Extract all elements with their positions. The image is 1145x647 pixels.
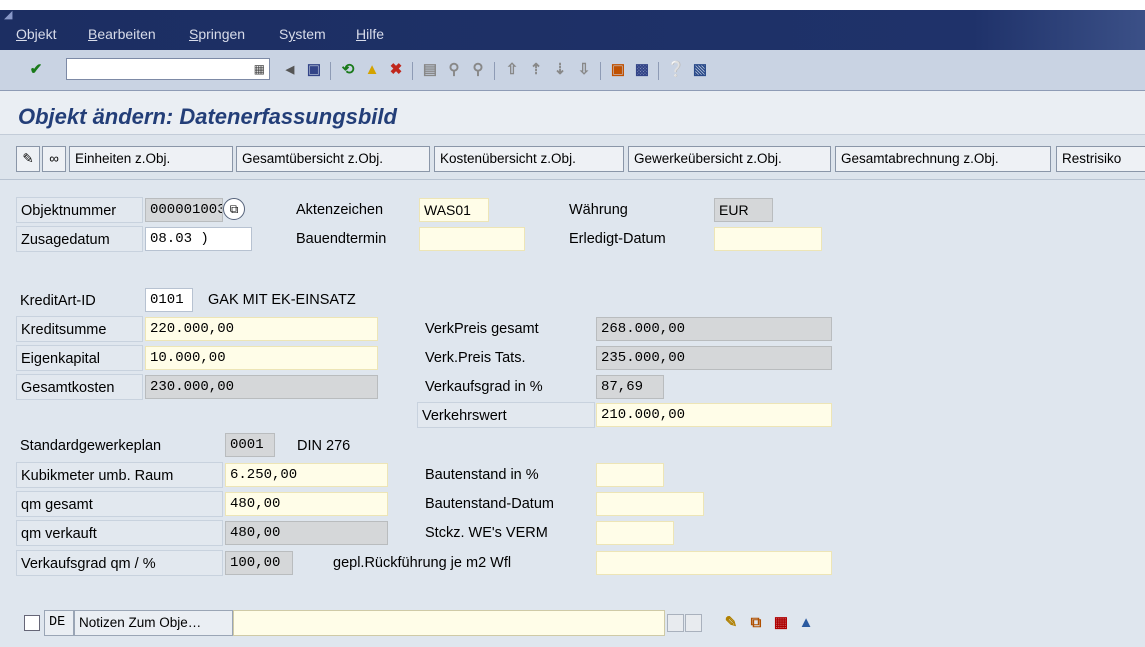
bautenstand-field[interactable]: [596, 463, 664, 487]
verkpreis-tats-field[interactable]: 235.000,00: [596, 346, 832, 370]
kreditart-field[interactable]: 0101: [145, 288, 193, 312]
qm-verkauft-label: qm verkauft: [16, 520, 223, 546]
gesamtabrechnung-button[interactable]: Gesamtabrechnung z.Obj.: [835, 146, 1051, 172]
waehrung-field[interactable]: EUR: [714, 198, 773, 222]
gesamtuebersicht-button[interactable]: Gesamtübersicht z.Obj.: [236, 146, 430, 172]
copy-text-icon[interactable]: ⧉: [745, 612, 767, 634]
menu-bearbeiten[interactable]: Bearbeiten: [88, 26, 156, 42]
qm-gesamt-field[interactable]: 480,00: [225, 492, 388, 516]
gesamtkosten-field[interactable]: 230.000,00: [145, 375, 378, 399]
stckz-field[interactable]: [596, 521, 674, 545]
object-link-icon[interactable]: ⧉: [223, 198, 245, 220]
bautenstand-label: Bautenstand in %: [425, 462, 595, 488]
new-session-icon[interactable]: ▣: [608, 60, 628, 80]
display-change-button[interactable]: ✎: [16, 146, 40, 172]
rueckfuehrung-label: gepl.Rückführung je m2 Wfl: [333, 550, 595, 576]
collapse-icon[interactable]: ◀: [280, 60, 300, 80]
erledigt-datum-field[interactable]: [714, 227, 822, 251]
standardgewerkeplan-label: Standardgewerkeplan: [20, 433, 220, 459]
aktenzeichen-field[interactable]: WAS01: [419, 198, 489, 222]
display-change-icon: ✎: [22, 151, 34, 166]
command-history-icon[interactable]: ▦: [254, 62, 265, 76]
bautenstand-datum-label: Bautenstand-Datum: [425, 491, 595, 517]
menu-springen[interactable]: Springen: [189, 26, 245, 42]
kreditart-text: GAK MIT EK-EINSATZ: [208, 292, 356, 308]
waehrung-label: Währung: [569, 197, 689, 223]
save-icon[interactable]: ▣: [304, 60, 324, 80]
rueckfuehrung-field[interactable]: [596, 551, 832, 575]
stckz-label: Stckz. WE's VERM: [425, 520, 595, 546]
language-field[interactable]: DE: [44, 610, 74, 636]
notes-scroll-right[interactable]: [685, 614, 702, 632]
bautenstand-datum-field[interactable]: [596, 492, 704, 516]
glasses-icon: ∞: [49, 151, 59, 166]
kubikmeter-field[interactable]: 6.250,00: [225, 463, 388, 487]
menu-system[interactable]: System: [279, 26, 326, 42]
kostenuebersicht-button[interactable]: Kostenübersicht z.Obj.: [434, 146, 624, 172]
find-icon[interactable]: ⚲: [444, 60, 464, 80]
notes-label: Notizen Zum Obje…: [74, 610, 233, 636]
next-page-icon[interactable]: ⇣: [550, 60, 570, 80]
bauendtermin-field[interactable]: [419, 227, 525, 251]
einheiten-button[interactable]: Einheiten z.Obj.: [69, 146, 233, 172]
standardgewerkeplan-text: DIN 276: [297, 438, 351, 454]
verkpreis-tats-label: Verk.Preis Tats.: [425, 345, 595, 371]
restrisiko-button[interactable]: Restrisiko: [1056, 146, 1145, 172]
notes-scroll-left[interactable]: [667, 614, 684, 632]
cancel-icon[interactable]: ✖: [386, 60, 406, 80]
kreditsumme-label: Kreditsumme: [16, 316, 143, 342]
eigenkapital-label: Eigenkapital: [16, 345, 143, 371]
picture-icon[interactable]: ▲: [795, 612, 817, 634]
last-page-icon[interactable]: ⇩: [574, 60, 594, 80]
objektnummer-field[interactable]: 0000010032: [145, 198, 223, 222]
kubikmeter-label: Kubikmeter umb. Raum: [16, 462, 223, 488]
standardgewerkeplan-field[interactable]: 0001: [225, 433, 275, 457]
page-title: Objekt ändern: Datenerfassungsbild: [18, 104, 397, 129]
menu-bar: ◢ Objekt Bearbeiten Springen System Hilf…: [0, 8, 1145, 50]
qm-verkauft-field[interactable]: 480,00: [225, 521, 388, 545]
find-next-icon[interactable]: ⚲: [468, 60, 488, 80]
print-icon[interactable]: ▤: [420, 60, 440, 80]
enter-check-icon[interactable]: ✔: [26, 60, 46, 80]
layout-menu-icon[interactable]: ▧: [690, 60, 710, 80]
kreditart-label: KreditArt-ID: [20, 288, 140, 314]
verkpreis-gesamt-label: VerkPreis gesamt: [425, 316, 595, 342]
zusagedatum-field[interactable]: 08.03 ): [145, 227, 252, 251]
gewerkeuebersicht-button[interactable]: Gewerkeübersicht z.Obj.: [628, 146, 831, 172]
verkaufsgrad-qm-field[interactable]: 100,00: [225, 551, 293, 575]
first-page-icon[interactable]: ⇧: [502, 60, 522, 80]
aktenzeichen-label: Aktenzeichen: [296, 197, 416, 223]
edit-text-icon[interactable]: ✎: [720, 612, 742, 634]
verkehrswert-field[interactable]: 210.000,00: [596, 403, 832, 427]
exit-icon[interactable]: ▲: [362, 60, 382, 80]
back-icon[interactable]: ⟲: [338, 60, 358, 80]
zusagedatum-label: Zusagedatum: [16, 226, 143, 252]
objektnummer-label: Objektnummer: [16, 197, 143, 223]
notes-checkbox[interactable]: [24, 615, 40, 631]
verkehrswert-label: Verkehrswert: [417, 402, 595, 428]
menu-hilfe[interactable]: Hilfe: [356, 26, 384, 42]
shortcut-icon[interactable]: ▩: [632, 60, 652, 80]
eigenkapital-field[interactable]: 10.000,00: [145, 346, 378, 370]
verkpreis-gesamt-field[interactable]: 268.000,00: [596, 317, 832, 341]
gesamtkosten-label: Gesamtkosten: [16, 374, 143, 400]
kreditsumme-field[interactable]: 220.000,00: [145, 317, 378, 341]
table-icon[interactable]: ▦: [770, 612, 792, 634]
erledigt-datum-label: Erledigt-Datum: [569, 226, 711, 252]
verkaufsgrad-label: Verkaufsgrad in %: [425, 374, 595, 400]
other-object-button[interactable]: ∞: [42, 146, 66, 172]
help-icon[interactable]: ❔: [666, 60, 686, 80]
menu-objekt[interactable]: Objekt: [16, 26, 56, 42]
verkaufsgrad-field[interactable]: 87,69: [596, 375, 664, 399]
command-field[interactable]: ▦: [66, 58, 270, 80]
window-menu-icon[interactable]: ◢: [4, 8, 12, 21]
bauendtermin-label: Bauendtermin: [296, 226, 416, 252]
notes-input[interactable]: [233, 610, 665, 636]
verkaufsgrad-qm-label: Verkaufsgrad qm / %: [16, 550, 223, 576]
previous-page-icon[interactable]: ⇡: [526, 60, 546, 80]
qm-gesamt-label: qm gesamt: [16, 491, 223, 517]
